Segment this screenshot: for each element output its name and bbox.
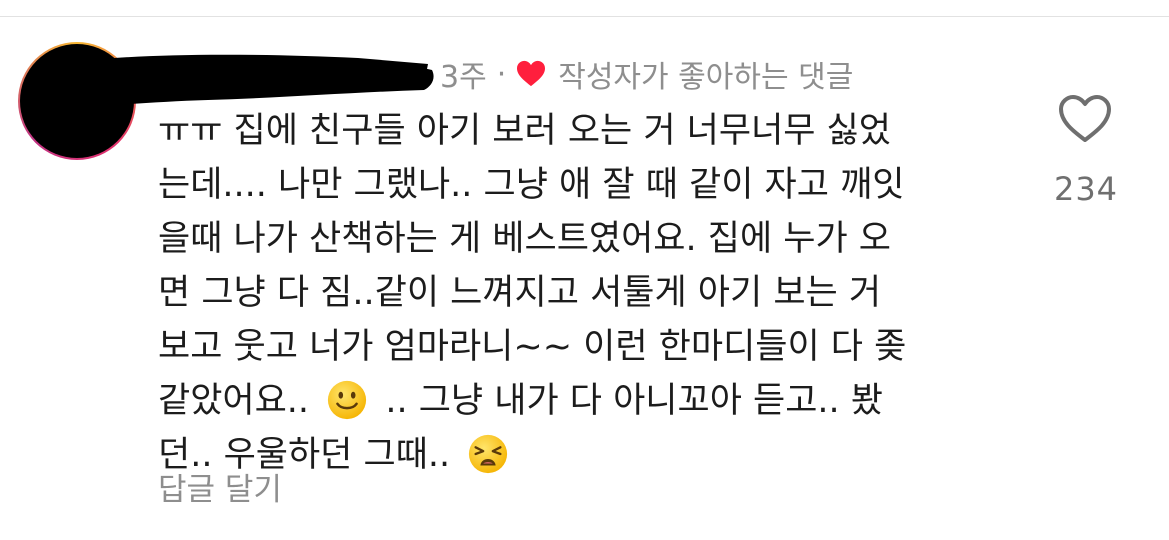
comment-line: 을때 나가 산책하는 게 베스트였어요. 집에 누가 오 [158,219,892,259]
comment-line-with-emoji: 던.. 우울하던 그때.. [158,428,988,482]
comment-meta: 3주 · 작성자가 좋아하는 댓글 [440,52,853,96]
weary-face-icon [469,434,508,474]
like-count: 234 [1053,170,1119,208]
time-ago: 3주 [440,60,487,95]
comment-line: 면 그냥 다 짐..같이 느껴지고 서툴게 아기 보는 거 [158,273,882,313]
comment-line: ㅠㅠ 집에 친구들 아기 보러 오는 거 너무너무 싫었 [158,111,892,151]
comment-line: 보고 웃고 너가 엄마라니~~ 이런 한마디들이 다 좆 [158,327,907,367]
top-divider [0,0,1169,17]
meta-separator: · [496,56,507,92]
heart-outline-icon[interactable] [1058,94,1112,144]
comment-line-with-emoji: 같았어요.. .. 그냥 내가 다 아니꼬아 듣고.. 봤 [158,374,988,428]
comment-segment: 같았어요.. [158,381,310,421]
author-liked-label: 작성자가 좋아하는 댓글 [558,60,854,95]
slightly-smiling-face-icon [328,380,367,420]
author-liked-heart-icon [517,60,546,87]
comment-segment: .. 그냥 내가 다 아니꼬아 듣고.. 봤 [385,381,883,421]
reply-button[interactable]: 답글 달기 [158,464,282,509]
comment-text: ㅠㅠ 집에 친구들 아기 보러 오는 거 너무너무 싫었 는데.... 나만 그… [158,104,988,482]
comment-line: 는데.... 나만 그랬나.. 그냥 애 잘 때 같이 자고 깨잇 [158,165,905,205]
